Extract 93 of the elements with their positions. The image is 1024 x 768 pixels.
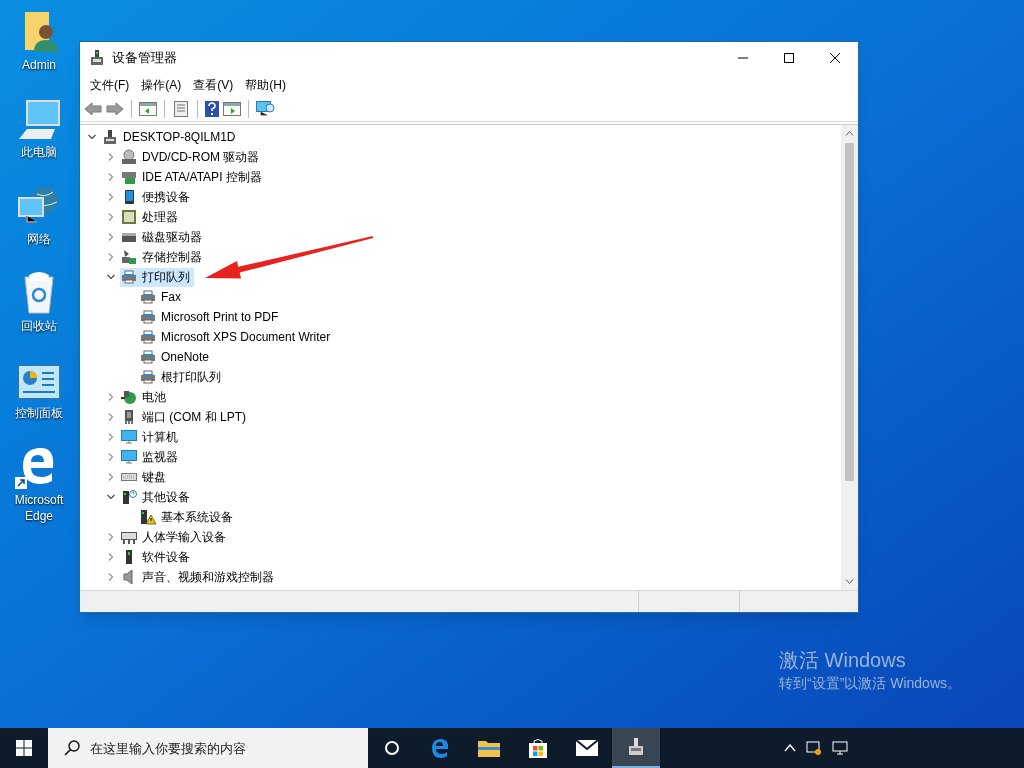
warning-device-icon [140,509,156,525]
device-manager-taskbar-button[interactable] [612,728,660,768]
desktop-icon-label[interactable]: 网络 [2,231,76,247]
tree-item[interactable]: 存储控制器 [120,247,206,267]
tree-item[interactable]: 计算机 [120,427,182,447]
scan-monitor-icon[interactable] [256,100,276,117]
device-manager-icon [90,50,104,66]
tree-item[interactable]: 其他设备 [120,487,194,507]
monitor-icon[interactable] [832,740,848,756]
store-bag-icon[interactable] [529,738,547,758]
expand-chevron-icon[interactable] [107,473,115,481]
collapse-chevron-icon[interactable] [107,493,115,501]
tree-item[interactable]: 基本系统设备 [139,507,237,527]
window-title: 设备管理器 [112,49,177,68]
disc-drive-icon [121,149,137,165]
printer-icon [121,269,137,285]
controller-card-icon [121,169,137,185]
properties-icon[interactable] [172,100,190,117]
expand-chevron-icon[interactable] [107,433,115,441]
taskbar-search-field[interactable]: 在这里输入你要搜索的内容 [48,728,368,768]
storage-controller-icon [121,249,137,265]
unknown-device-icon [121,489,137,505]
printer-icon [140,289,156,305]
edge-browser-icon[interactable] [430,738,450,758]
collapse-chevron-icon[interactable] [88,133,96,141]
battery-plug-icon [121,389,137,405]
chevron-up-icon[interactable] [784,744,796,752]
help-icon[interactable] [205,100,219,117]
expand-chevron-icon[interactable] [107,153,115,161]
tree-item[interactable]: DESKTOP-8QILM1D [101,127,240,147]
activation-message: 转到“设置”以激活 Windows。 [779,674,961,693]
maximize-icon [784,53,794,63]
expand-chevron-icon[interactable] [107,553,115,561]
network-status-icon[interactable] [806,740,822,756]
printer-icon [140,369,156,385]
menu-item[interactable]: 文件(F) [84,76,136,94]
expand-chevron-icon[interactable] [107,213,115,221]
tree-item[interactable]: IDE ATA/ATAPI 控制器 [120,167,266,187]
search-icon [64,740,80,756]
console-tree-icon[interactable] [139,100,157,117]
action-pane-icon[interactable] [223,100,241,117]
tree-item[interactable]: Microsoft XPS Document Writer [139,327,335,347]
monitor-icon [121,449,137,465]
scrollbar[interactable] [841,125,858,590]
expand-chevron-icon[interactable] [107,393,115,401]
tree-item[interactable]: 端口 (COM 和 LPT) [120,407,250,427]
tree-item[interactable]: 键盘 [120,467,170,487]
expand-chevron-icon[interactable] [107,173,115,181]
expand-chevron-icon[interactable] [107,233,115,241]
tree-item[interactable]: 根打印队列 [139,367,225,387]
menu-item[interactable]: 查看(V) [187,76,240,94]
desktop-icon-label[interactable]: 此电脑 [2,144,76,160]
tree-item[interactable]: 处理器 [120,207,182,227]
expand-chevron-icon[interactable] [107,193,115,201]
collapse-chevron-icon[interactable] [107,273,115,281]
desktop-icon-label[interactable]: Admin [2,57,76,73]
menu-item[interactable]: 操作(A) [135,76,188,94]
tree-item[interactable]: DVD/CD-ROM 驱动器 [120,147,264,167]
forward-arrow-icon[interactable] [106,100,124,117]
monitor-icon [121,429,137,445]
tree-item[interactable]: Microsoft Print to PDF [139,307,283,327]
windows-logo-icon [16,740,32,756]
printer-icon [140,329,156,345]
input-device-icon [121,529,137,545]
expand-chevron-icon[interactable] [107,253,115,261]
back-arrow-icon[interactable] [84,100,102,117]
desktop-icon-label[interactable]: 回收站 [2,318,76,334]
processor-chip-icon [121,209,137,225]
expand-chevron-icon[interactable] [107,573,115,581]
tree-item[interactable]: 软件设备 [120,547,194,567]
tree-item[interactable]: 电池 [120,387,170,407]
close-icon [830,53,840,63]
printer-icon [140,349,156,365]
tree-item[interactable]: 人体学输入设备 [120,527,230,547]
expand-chevron-icon[interactable] [107,533,115,541]
mail-envelope-icon[interactable] [576,740,598,756]
tree-item[interactable]: 打印队列 [120,267,194,287]
activation-title: 激活 Windows [779,648,907,673]
tree-item[interactable]: 磁盘驱动器 [120,227,206,247]
tree-item[interactable]: 便携设备 [120,187,194,207]
desktop-icon-label[interactable]: 控制面板 [2,405,76,421]
tree-item[interactable]: Fax [139,287,185,307]
expand-chevron-icon[interactable] [107,453,115,461]
file-explorer-icon[interactable] [478,739,500,757]
tree-item[interactable]: 声音、视频和游戏控制器 [120,567,278,587]
menu-item[interactable]: 帮助(H) [239,76,292,94]
tree-item[interactable]: 监视器 [120,447,182,467]
desktop-icon-label[interactable]: Microsoft Edge [2,492,76,524]
printer-icon [140,309,156,325]
expand-chevron-icon[interactable] [107,413,115,421]
device-manager-icon [627,738,645,756]
tree-item[interactable]: OneNote [139,347,214,367]
computer-icon [102,129,118,145]
